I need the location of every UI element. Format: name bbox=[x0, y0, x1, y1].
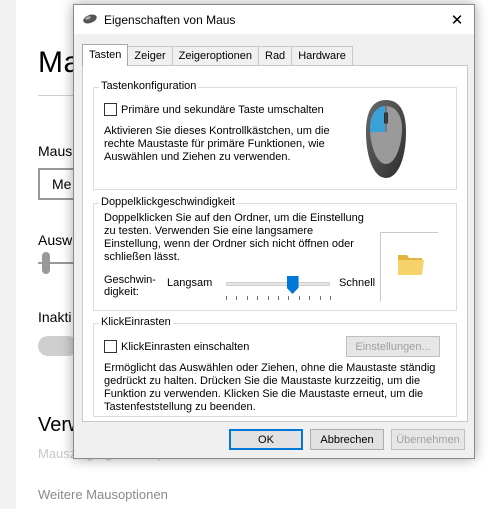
slider-tick bbox=[278, 296, 279, 300]
double-click-description: Doppelklicken Sie auf den Ordner, um die… bbox=[104, 212, 364, 263]
double-click-title: Doppelklickgeschwindigkeit bbox=[99, 196, 237, 208]
cancel-button[interactable]: Abbrechen bbox=[310, 429, 384, 450]
tab-panel-tasten: Tastenkonfiguration Primäre und sekundär… bbox=[82, 65, 468, 422]
click-lock-description: Ermöglicht das Auswählen oder Ziehen, oh… bbox=[104, 362, 436, 413]
slider-tick bbox=[288, 296, 290, 300]
slider-tick bbox=[330, 296, 331, 300]
scroll-setting-label: Ausw bbox=[38, 232, 73, 248]
slider-tick bbox=[298, 296, 300, 300]
slider-tick bbox=[309, 296, 311, 300]
tab-strip: Tasten Zeiger Zeigeroptionen Rad Hardwar… bbox=[82, 44, 353, 66]
apply-button[interactable]: Übernehmen bbox=[391, 429, 465, 450]
lines-slider-thumb[interactable] bbox=[42, 252, 50, 274]
tab-zeigeroptionen[interactable]: Zeigeroptionen bbox=[171, 46, 259, 66]
double-click-group: Doppelklickgeschwindigkeit Doppelklicken… bbox=[93, 196, 457, 311]
ok-button[interactable]: OK bbox=[229, 429, 303, 450]
swap-buttons-checkbox[interactable] bbox=[104, 103, 117, 116]
click-lock-settings-button[interactable]: Einstellungen... bbox=[346, 336, 440, 357]
mouse-icon bbox=[83, 14, 97, 24]
click-lock-checkbox[interactable] bbox=[104, 340, 117, 353]
swap-buttons-label: Primäre und sekundäre Taste umschalten bbox=[121, 103, 324, 116]
click-lock-group: KlickEinrasten KlickEinrasten einschalte… bbox=[93, 316, 457, 417]
click-lock-label: KlickEinrasten einschalten bbox=[121, 340, 250, 353]
test-folder-area[interactable] bbox=[380, 232, 438, 302]
button-config-title: Tastenkonfiguration bbox=[99, 80, 199, 92]
speed-label: Geschwin- digkeit: bbox=[104, 274, 156, 298]
slider-track[interactable] bbox=[226, 282, 330, 286]
tab-zeiger[interactable]: Zeiger bbox=[127, 46, 173, 66]
slider-tick bbox=[226, 296, 227, 300]
inactive-scroll-toggle[interactable] bbox=[38, 336, 78, 356]
tab-rad[interactable]: Rad bbox=[258, 46, 293, 66]
click-lock-title: KlickEinrasten bbox=[99, 316, 173, 328]
settings-nav-gutter bbox=[0, 0, 16, 509]
close-button[interactable]: ✕ bbox=[440, 5, 474, 34]
slider-thumb[interactable] bbox=[286, 276, 299, 294]
dialog-titlebar[interactable]: Eigenschaften von Maus ✕ bbox=[74, 5, 474, 34]
more-mouse-options-link[interactable]: Weitere Mausoptionen bbox=[38, 487, 168, 502]
fast-label: Schnell bbox=[339, 277, 376, 289]
button-config-group: Tastenkonfiguration Primäre und sekundär… bbox=[93, 80, 457, 190]
slider-tick bbox=[246, 296, 248, 300]
mouse-properties-dialog: Eigenschaften von Maus ✕ Tasten Zeiger Z… bbox=[73, 4, 475, 459]
swap-buttons-row[interactable]: Primäre und sekundäre Taste umschalten bbox=[104, 103, 324, 116]
folder-icon bbox=[398, 255, 424, 275]
swap-buttons-description: Aktivieren Sie dieses Kontrollkästchen, … bbox=[104, 125, 330, 163]
title-underline bbox=[38, 95, 78, 96]
slider-tick bbox=[236, 296, 238, 300]
tab-hardware[interactable]: Hardware bbox=[291, 46, 353, 66]
slider-tick bbox=[257, 296, 259, 300]
click-lock-row[interactable]: KlickEinrasten einschalten bbox=[104, 340, 249, 353]
slider-tick bbox=[319, 296, 321, 300]
slider-tick bbox=[267, 296, 269, 300]
inactive-scroll-label: Inakti bbox=[38, 309, 72, 325]
dialog-title: Eigenschaften von Maus bbox=[104, 13, 236, 27]
double-click-speed-slider[interactable] bbox=[226, 274, 331, 304]
mouse-illustration-icon bbox=[366, 100, 406, 178]
close-icon: ✕ bbox=[450, 11, 464, 29]
slow-label: Langsam bbox=[167, 277, 213, 289]
tab-tasten[interactable]: Tasten bbox=[82, 44, 129, 66]
primary-button-label: Maus bbox=[38, 143, 73, 159]
